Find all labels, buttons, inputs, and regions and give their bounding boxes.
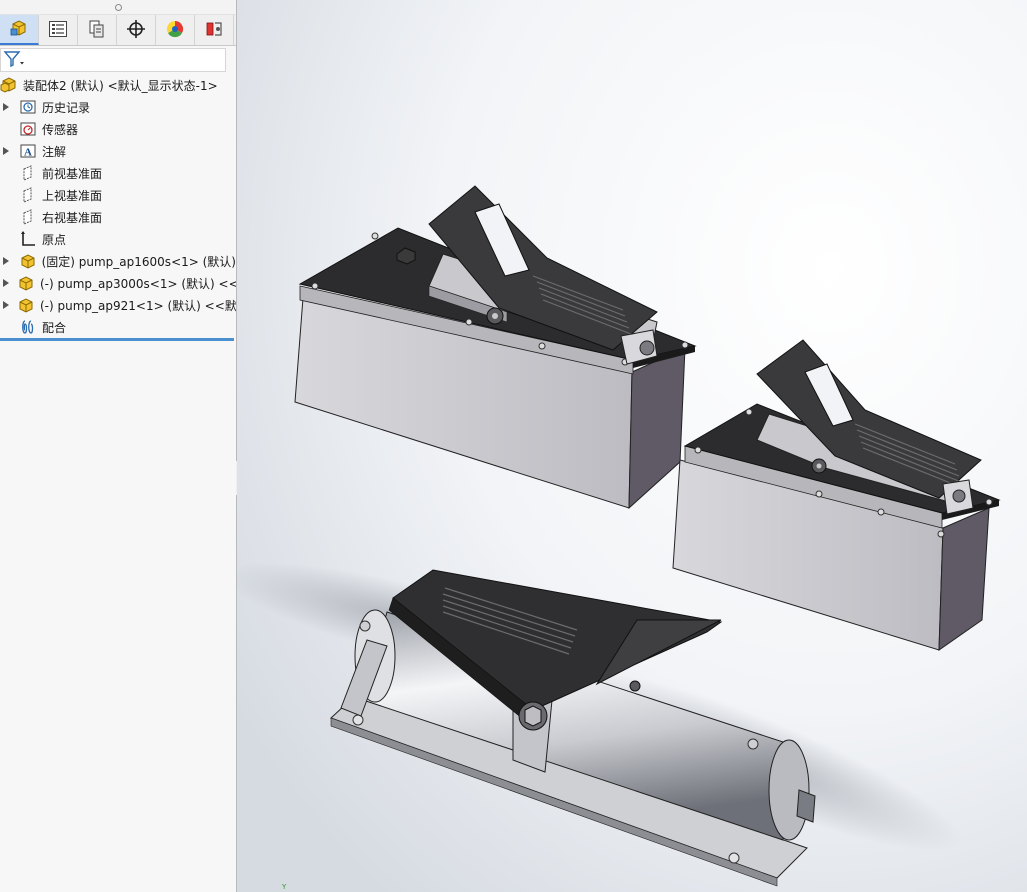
tab-cam-manager[interactable] [195, 15, 234, 45]
expand-arrow-icon[interactable] [3, 103, 11, 111]
expand-arrow-icon[interactable] [3, 279, 9, 287]
feature-manager-panel: 装配体2 (默认) <默认_显示状态-1> 历史记录 传感器 A 注解 前视基准… [0, 0, 237, 892]
tree-item-part-ap3000s[interactable]: (-) pump_ap3000s<1> (默认) <<默 [0, 272, 236, 294]
tree-item-front-plane[interactable]: 前视基准面 [0, 162, 236, 184]
tree-item-history[interactable]: 历史记录 [0, 96, 236, 118]
history-folder-icon [19, 98, 37, 116]
tree-item-label: (-) pump_ap921<1> (默认) <<默认 [40, 298, 237, 313]
tree-item-label: 配合 [42, 320, 67, 335]
tree-item-label: 传感器 [42, 122, 79, 137]
plane-icon [19, 208, 37, 226]
tree-item-sensors[interactable]: 传感器 [0, 118, 236, 140]
grip-dot [114, 3, 122, 11]
manager-tabs [0, 15, 236, 46]
tree-item-label: 注解 [42, 144, 67, 159]
tab-configuration-manager[interactable] [78, 15, 117, 45]
feature-tree: 装配体2 (默认) <默认_显示状态-1> 历史记录 传感器 A 注解 前视基准… [0, 74, 236, 341]
tree-item-label: (-) pump_ap3000s<1> (默认) <<默 [40, 276, 237, 291]
tree-item-right-plane[interactable]: 右视基准面 [0, 206, 236, 228]
tree-item-label: 原点 [42, 232, 67, 247]
tree-item-label: 历史记录 [42, 100, 91, 115]
plane-icon [19, 186, 37, 204]
filter-icon[interactable] [3, 50, 25, 71]
tree-rollback-bar[interactable] [0, 338, 234, 341]
part-icon [17, 274, 35, 292]
tab-feature-manager[interactable] [0, 15, 39, 45]
axis-y-label: Y [282, 883, 287, 891]
tree-root-label: 装配体2 (默认) <默认_显示状态-1> [23, 78, 218, 93]
assembly-icon [0, 76, 18, 94]
tree-item-label: (固定) pump_ap1600s<1> (默认) [41, 254, 236, 269]
tab-display-manager[interactable] [156, 15, 195, 45]
viewport-canvas [237, 0, 1027, 892]
property-manager-icon [48, 20, 68, 41]
feature-manager-icon [9, 18, 29, 41]
dimxpert-manager-icon [126, 19, 146, 42]
tab-property-manager[interactable] [39, 15, 78, 45]
part-icon [19, 252, 37, 270]
configuration-manager-icon [88, 19, 106, 42]
tree-item-label: 前视基准面 [42, 166, 103, 181]
panel-resize-grip[interactable] [0, 0, 236, 15]
plane-icon [19, 164, 37, 182]
svg-text:A: A [24, 147, 32, 159]
tab-dimxpert-manager[interactable] [117, 15, 156, 45]
graphics-viewport[interactable] [237, 0, 1027, 892]
sensor-icon [19, 120, 37, 138]
tree-item-mates[interactable]: 配合 [0, 316, 236, 338]
expand-arrow-icon[interactable] [3, 301, 9, 309]
tree-item-part-ap1600s[interactable]: (固定) pump_ap1600s<1> (默认) [0, 250, 236, 272]
origin-icon [19, 230, 37, 248]
tree-item-label: 右视基准面 [42, 210, 103, 225]
tree-item-top-plane[interactable]: 上视基准面 [0, 184, 236, 206]
mates-icon [19, 318, 37, 336]
tree-filter-bar[interactable] [0, 48, 226, 72]
expand-arrow-icon[interactable] [3, 257, 11, 265]
display-manager-icon [165, 19, 185, 42]
tree-item-label: 上视基准面 [42, 188, 103, 203]
tree-item-part-ap921[interactable]: (-) pump_ap921<1> (默认) <<默认 [0, 294, 236, 316]
tree-item-origin[interactable]: 原点 [0, 228, 236, 250]
tree-root-assembly[interactable]: 装配体2 (默认) <默认_显示状态-1> [0, 74, 236, 96]
part-icon [17, 296, 35, 314]
cam-manager-icon [204, 19, 224, 42]
tree-item-annotations[interactable]: A 注解 [0, 140, 236, 162]
annotation-icon: A [19, 142, 37, 160]
expand-arrow-icon[interactable] [3, 147, 11, 155]
